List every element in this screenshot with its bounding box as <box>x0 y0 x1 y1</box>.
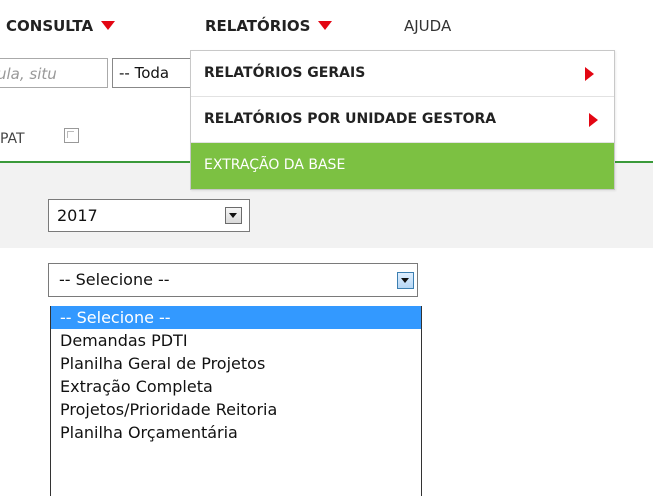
report-select-value: -- Selecione -- <box>59 270 170 289</box>
report-option[interactable]: Planilha Geral de Projetos <box>51 352 421 375</box>
menu-consulta[interactable]: CONSULTA <box>6 15 116 37</box>
menu-consulta-label: CONSULTA <box>6 17 94 35</box>
chevron-right-icon <box>585 67 594 81</box>
top-menu-bar: CONSULTA RELATÓRIOS AJUDA <box>0 0 653 50</box>
dropdown-item-label: RELATÓRIOS POR UNIDADE GESTORA <box>204 111 497 127</box>
report-option[interactable]: Demandas PDTI <box>51 329 421 352</box>
pat-label: PAT <box>0 131 25 147</box>
menu-relatorios-label: RELATÓRIOS <box>205 17 311 35</box>
search-input-placeholder: ula, situ <box>0 65 57 83</box>
dropdown-item-label: RELATÓRIOS GERAIS <box>204 65 366 81</box>
chevron-down-icon <box>101 21 116 30</box>
report-option[interactable]: -- Selecione -- <box>51 306 421 329</box>
filter-select[interactable]: -- Toda <box>112 58 202 88</box>
filter-select-value: -- Toda <box>119 64 170 82</box>
year-select[interactable]: 2017 <box>48 199 250 232</box>
search-input[interactable]: ula, situ <box>0 58 108 88</box>
dropdown-item-extracao-base[interactable]: EXTRAÇÃO DA BASE <box>191 143 614 189</box>
report-option[interactable]: Planilha Orçamentária <box>51 421 421 444</box>
report-option[interactable]: Extração Completa <box>51 375 421 398</box>
menu-ajuda[interactable]: AJUDA <box>404 15 451 37</box>
pat-checkbox[interactable] <box>64 128 79 143</box>
report-options-list: -- Selecione -- Demandas PDTI Planilha G… <box>50 306 422 496</box>
chevron-right-icon <box>589 113 598 127</box>
report-option[interactable]: Projetos/Prioridade Reitoria <box>51 398 421 421</box>
chevron-down-icon[interactable] <box>225 207 242 224</box>
menu-relatorios[interactable]: RELATÓRIOS <box>205 15 333 37</box>
chevron-down-icon <box>318 21 333 30</box>
dropdown-item-relatorios-unidade-gestora[interactable]: RELATÓRIOS POR UNIDADE GESTORA <box>191 97 614 143</box>
year-select-value: 2017 <box>57 206 98 225</box>
relatorios-dropdown-menu: RELATÓRIOS GERAIS RELATÓRIOS POR UNIDADE… <box>190 50 615 190</box>
dropdown-item-label: EXTRAÇÃO DA BASE <box>204 157 346 173</box>
dropdown-item-relatorios-gerais[interactable]: RELATÓRIOS GERAIS <box>191 51 614 97</box>
chevron-down-icon[interactable] <box>397 272 414 289</box>
report-select[interactable]: -- Selecione -- <box>48 263 418 297</box>
menu-ajuda-label: AJUDA <box>404 17 452 35</box>
